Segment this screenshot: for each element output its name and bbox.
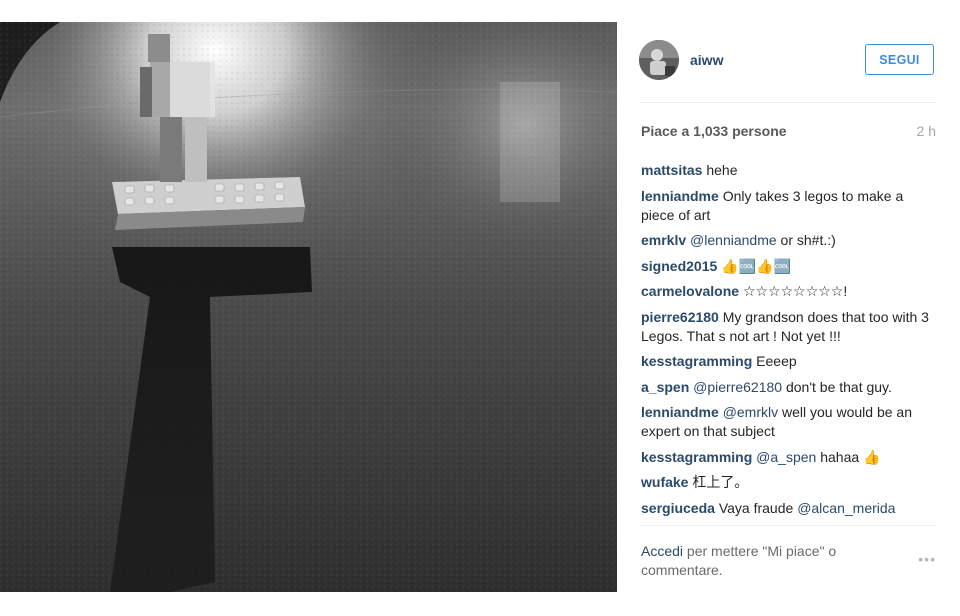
lego-figure-photo [0, 22, 617, 592]
comment-text: or sh#t.:) [780, 232, 836, 248]
more-options-icon[interactable]: ••• [918, 551, 936, 567]
header-divider [639, 102, 936, 103]
comment-text: 杠上了。 [692, 474, 749, 490]
login-link[interactable]: Accedi [641, 543, 683, 559]
likes-count[interactable]: Piace a 1,033 persone [641, 123, 787, 139]
post-time[interactable]: 2 h [917, 123, 936, 139]
comment-mention[interactable]: @lenniandme [690, 232, 777, 248]
comment-username[interactable]: sergiuceda [641, 500, 715, 516]
comment-text: Vaya fraude [718, 499, 794, 516]
comment-item: carmelovalone ☆☆☆☆☆☆☆☆! [641, 282, 938, 301]
login-prompt: Accedi per mettere "Mi piace" o commenta… [641, 542, 891, 580]
post-header: aiww SEGUI [617, 22, 960, 102]
comment-username[interactable]: kesstagramming [641, 353, 752, 369]
comment-text: don't be that guy. [785, 378, 892, 395]
user-avatar[interactable] [639, 40, 679, 80]
comment-mention[interactable]: @emrklv [723, 404, 778, 420]
comment-mention[interactable]: @a_spen [756, 449, 816, 465]
comment-text: hahaa 👍 [820, 448, 881, 465]
comment-username[interactable]: wufake [641, 474, 688, 490]
comment-item: kesstagramming Eeeep [641, 352, 938, 371]
comment-text: 👍🆒👍🆒 [721, 257, 791, 274]
comment-username[interactable]: signed2015 [641, 258, 717, 274]
comment-item: lenniandme @emrklv well you would be an … [641, 403, 938, 441]
comment-username[interactable]: carmelovalone [641, 283, 739, 299]
follow-button[interactable]: SEGUI [865, 44, 934, 75]
avatar-image [639, 40, 679, 80]
comment-text: hehe [706, 162, 738, 178]
comment-item: signed2015 👍🆒👍🆒 [641, 257, 938, 276]
comment-item: kesstagramming @a_spen hahaa 👍 [641, 448, 938, 467]
comment-item: wufake 杠上了。 [641, 473, 938, 492]
comment-list: mattsitas hehe lenniandme Only takes 3 l… [641, 161, 938, 524]
footer-divider [639, 525, 936, 526]
comment-username[interactable]: pierre62180 [641, 309, 719, 325]
instagram-post: aiww SEGUI Piace a 1,033 persone 2 h mat… [0, 22, 960, 592]
post-username[interactable]: aiww [690, 52, 723, 68]
comment-username[interactable]: lenniandme [641, 188, 719, 204]
comment-username[interactable]: kesstagramming [641, 449, 752, 465]
comment-mention[interactable]: @alcan_merida [797, 500, 895, 516]
comment-item: pierre62180 My grandson does that too wi… [641, 308, 938, 346]
comment-text: ☆☆☆☆☆☆☆☆! [742, 283, 848, 299]
comment-username[interactable]: emrklv [641, 232, 686, 248]
comment-text: Eeeep [756, 353, 797, 369]
comment-item: a_spen @pierre62180 don't be that guy. [641, 378, 938, 397]
comment-item: mattsitas hehe [641, 161, 938, 180]
comment-username[interactable]: a_spen [641, 379, 689, 395]
post-photo[interactable] [0, 22, 617, 592]
comment-mention[interactable]: @pierre62180 [693, 379, 782, 395]
comment-username[interactable]: lenniandme [641, 404, 719, 420]
comment-item: emrklv @lenniandme or sh#t.:) [641, 231, 938, 250]
comment-username[interactable]: mattsitas [641, 162, 702, 178]
comment-item: lenniandme Only takes 3 legos to make a … [641, 187, 938, 225]
post-side-panel: aiww SEGUI Piace a 1,033 persone 2 h mat… [617, 22, 960, 592]
comment-item: sergiuceda Vaya fraude @alcan_merida [641, 499, 938, 518]
